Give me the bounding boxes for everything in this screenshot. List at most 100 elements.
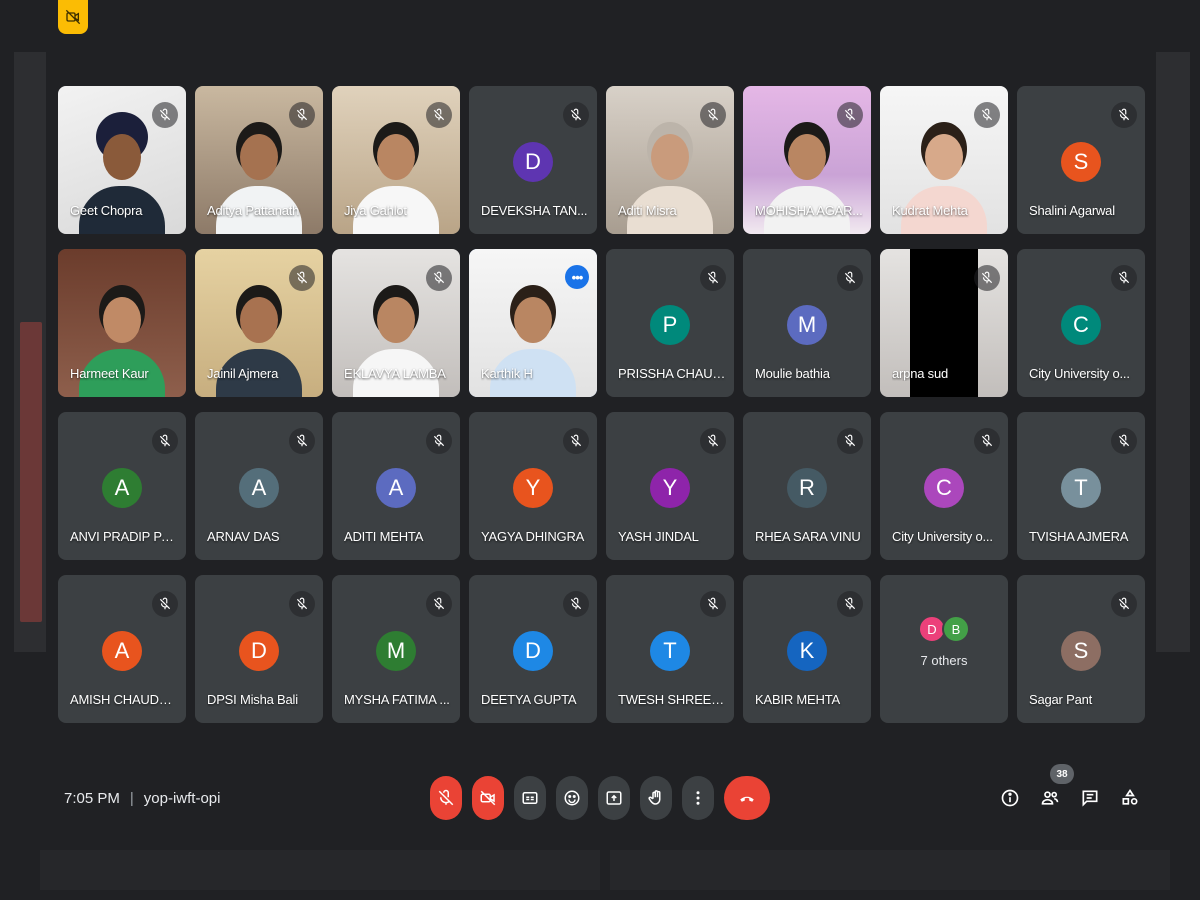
participant-tile[interactable]: T TVISHA AJMERA — [1017, 412, 1145, 560]
meeting-info: 7:05 PM | yop-iwft-opi — [64, 790, 220, 807]
separator: | — [129, 790, 134, 807]
participant-tile[interactable]: R RHEA SARA VINU — [743, 412, 871, 560]
avatar: A — [102, 631, 142, 671]
participant-tile[interactable]: A ADITI MEHTA — [332, 412, 460, 560]
participant-tile[interactable]: arpna sud — [880, 249, 1008, 397]
mic-off-icon — [974, 265, 1000, 291]
participant-tile[interactable]: C City University o... — [1017, 249, 1145, 397]
mic-off-icon — [837, 591, 863, 617]
mic-off-icon — [563, 428, 589, 454]
participant-tile[interactable]: Y YAGYA DHINGRA — [469, 412, 597, 560]
right-toolbar — [1000, 788, 1140, 808]
mic-off-icon — [152, 428, 178, 454]
mic-off-icon — [426, 102, 452, 128]
participant-tile[interactable]: DB 7 others — [880, 575, 1008, 723]
participant-name: Karthik H — [481, 366, 533, 381]
mic-off-icon — [426, 428, 452, 454]
participant-grid: Geet Chopra Aditya Pattanath Jiya Gahlot D D… — [58, 86, 1145, 723]
participant-tile[interactable]: M MYSHA FATIMA ... — [332, 575, 460, 723]
participant-name: DPSI Misha Bali — [207, 692, 298, 707]
participant-name: arpna sud — [892, 366, 949, 381]
participant-tile[interactable]: Kudrat Mehta — [880, 86, 1008, 234]
participant-tile[interactable]: Aditya Pattanath — [195, 86, 323, 234]
avatar: D — [513, 631, 553, 671]
people-icon[interactable] — [1040, 788, 1060, 808]
present-icon[interactable] — [598, 776, 630, 820]
participant-tile[interactable]: Y YASH JINDAL — [606, 412, 734, 560]
participant-tile[interactable]: C City University o... — [880, 412, 1008, 560]
participant-name: ANVI PRADIP PA... — [70, 529, 178, 544]
participant-name: ADITI MEHTA — [344, 529, 424, 544]
participant-name: TWESH SHREENI... — [618, 692, 726, 707]
raise-hand-icon[interactable] — [640, 776, 672, 820]
mini-avatar: B — [942, 615, 970, 643]
participant-name: AMISH CHAUDH... — [70, 692, 178, 707]
participant-face — [103, 134, 141, 180]
more-options-icon[interactable]: ••• — [565, 265, 589, 289]
chat-icon[interactable] — [1080, 788, 1100, 808]
participant-face — [103, 297, 141, 343]
participant-face — [240, 297, 278, 343]
info-icon[interactable] — [1000, 788, 1020, 808]
avatar: R — [787, 468, 827, 508]
more-vert-icon[interactable] — [682, 776, 714, 820]
mic-off-icon — [563, 102, 589, 128]
camera-off-icon[interactable] — [472, 776, 504, 820]
background-bottom-left — [40, 850, 600, 890]
participant-tile[interactable]: A ANVI PRADIP PA... — [58, 412, 186, 560]
participant-tile[interactable]: S Sagar Pant — [1017, 575, 1145, 723]
background-strip — [20, 322, 42, 622]
mic-off-icon — [563, 591, 589, 617]
participant-face — [377, 297, 415, 343]
mic-off-icon — [426, 265, 452, 291]
participant-tile[interactable]: D DEETYA GUPTA — [469, 575, 597, 723]
participant-tile[interactable]: P PRISSHA CHAUD... — [606, 249, 734, 397]
participant-tile[interactable]: ••• Karthik H — [469, 249, 597, 397]
participant-name: Jainil Ajmera — [207, 366, 279, 381]
participant-tile[interactable]: T TWESH SHREENI... — [606, 575, 734, 723]
participant-name: KABIR MEHTA — [755, 692, 840, 707]
call-controls — [430, 776, 770, 820]
participant-tile[interactable]: Jainil Ajmera — [195, 249, 323, 397]
emoji-icon[interactable] — [556, 776, 588, 820]
participant-tile[interactable]: K KABIR MEHTA — [743, 575, 871, 723]
avatar: M — [376, 631, 416, 671]
participant-name: DEETYA GUPTA — [481, 692, 577, 707]
participant-tile[interactable]: A AMISH CHAUDH... — [58, 575, 186, 723]
participant-tile[interactable]: Jiya Gahlot — [332, 86, 460, 234]
participant-name: Kudrat Mehta — [892, 203, 968, 218]
mic-off-icon — [700, 428, 726, 454]
meeting-time: 7:05 PM — [64, 790, 120, 807]
participant-tile[interactable]: Geet Chopra — [58, 86, 186, 234]
avatar: P — [650, 305, 690, 345]
end-call-icon[interactable] — [724, 776, 770, 820]
participant-name: City University o... — [1029, 366, 1130, 381]
meeting-code[interactable]: yop-iwft-opi — [144, 790, 221, 807]
participant-tile[interactable]: Harmeet Kaur — [58, 249, 186, 397]
participant-tile[interactable]: D DPSI Misha Bali — [195, 575, 323, 723]
mic-off-icon — [1111, 265, 1137, 291]
camera-off-icon[interactable] — [58, 0, 88, 34]
mic-off-icon[interactable] — [430, 776, 462, 820]
activities-icon[interactable] — [1120, 788, 1140, 808]
participant-face — [925, 134, 963, 180]
avatar: Y — [650, 468, 690, 508]
participant-face — [651, 134, 689, 180]
avatar: K — [787, 631, 827, 671]
captions-icon[interactable] — [514, 776, 546, 820]
mic-off-icon — [152, 591, 178, 617]
participant-tile[interactable]: Aditi Misra — [606, 86, 734, 234]
participant-tile[interactable]: EKLAVYA LAMBA — [332, 249, 460, 397]
avatar: A — [102, 468, 142, 508]
participant-tile[interactable]: A ARNAV DAS — [195, 412, 323, 560]
others-avatars: DB — [918, 615, 970, 643]
participant-tile[interactable]: M Moulie bathia — [743, 249, 871, 397]
participant-tile[interactable]: S Shalini Agarwal — [1017, 86, 1145, 234]
participant-tile[interactable]: D DEVEKSHA TAN... — [469, 86, 597, 234]
mic-off-icon — [700, 265, 726, 291]
participant-name: MYSHA FATIMA ... — [344, 692, 450, 707]
mic-off-icon — [152, 102, 178, 128]
mic-off-icon — [289, 591, 315, 617]
mic-off-icon — [1111, 428, 1137, 454]
participant-tile[interactable]: MOHISHA AGAR... — [743, 86, 871, 234]
